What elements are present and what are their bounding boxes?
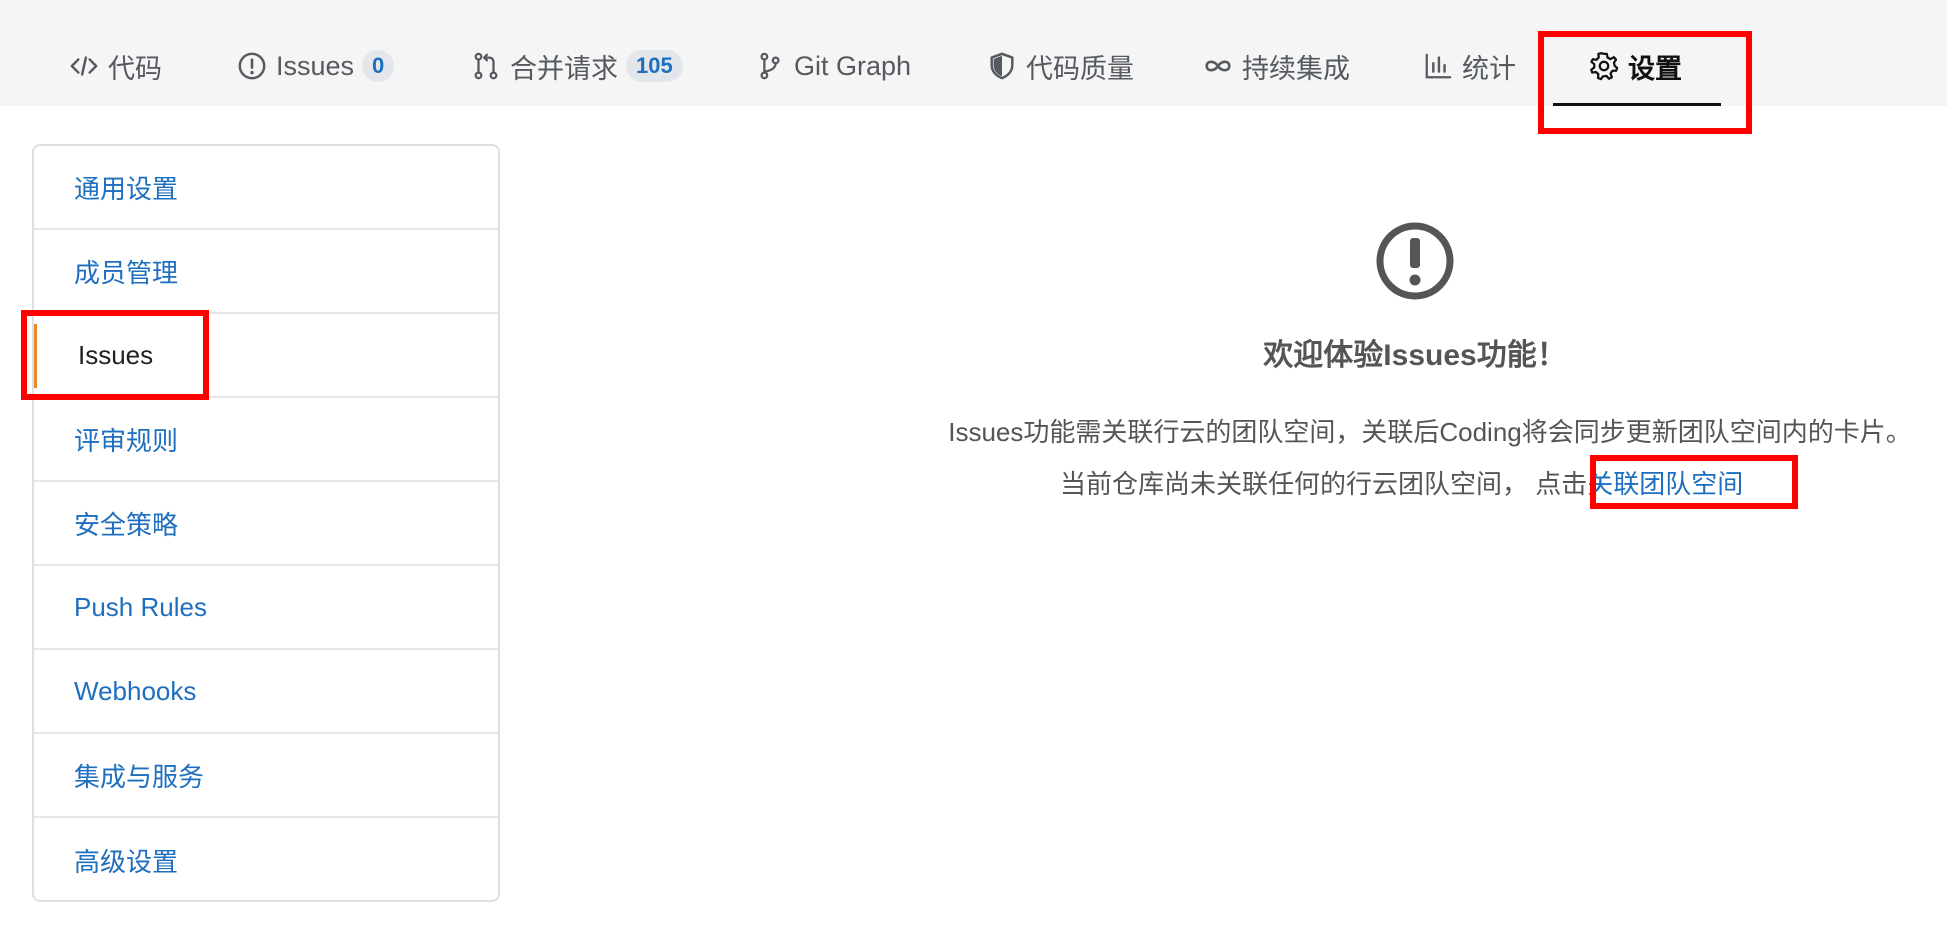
sidebar-item-webhooks[interactable]: Webhooks (34, 650, 498, 734)
tab-issues[interactable]: Issues 0 (236, 44, 395, 88)
git-branch-icon (754, 50, 786, 82)
infinity-icon (1202, 50, 1234, 82)
tab-code-label: 代码 (108, 53, 162, 84)
sidebar-item-general[interactable]: 通用设置 (34, 146, 498, 230)
link-notice-text: 当前仓库尚未关联任何的行云团队空间， 点击 (1060, 469, 1588, 499)
tab-settings[interactable]: 设置 (1588, 44, 1682, 88)
tab-stats[interactable]: 统计 (1422, 44, 1516, 88)
gear-icon (1588, 50, 1620, 82)
merge-request-icon (470, 50, 502, 82)
tab-issues-label: Issues (276, 50, 355, 81)
tab-merge-requests[interactable]: 合并请求 105 (470, 44, 683, 88)
tab-git-graph[interactable]: Git Graph (754, 44, 911, 88)
tab-merge-label: 合并请求 (510, 53, 618, 84)
issues-count-badge: 0 (362, 50, 395, 82)
link-team-space-link[interactable]: 关联团队空间 (1587, 469, 1743, 499)
tab-ci-label: 持续集成 (1242, 53, 1350, 84)
welcome-heading: 欢迎体验Issues功能！ (1263, 339, 1567, 372)
tab-ci[interactable]: 持续集成 (1202, 44, 1350, 88)
code-icon (68, 50, 100, 82)
active-tab-underline (1553, 103, 1721, 106)
link-notice: 当前仓库尚未关联任何的行云团队空间， 点击关联团队空间 (1060, 464, 1743, 501)
sidebar-item-security-policy[interactable]: 安全策略 (34, 482, 498, 566)
sidebar-item-members[interactable]: 成员管理 (34, 230, 498, 314)
exclamation-circle-icon (236, 50, 268, 82)
tab-settings-label: 设置 (1628, 53, 1682, 84)
bar-chart-icon (1422, 50, 1454, 82)
sidebar-item-integrations[interactable]: 集成与服务 (34, 734, 498, 818)
tab-git-graph-label: Git Graph (794, 50, 912, 81)
sidebar-item-advanced[interactable]: 高级设置 (34, 818, 498, 902)
exclamation-circle-icon (1376, 222, 1454, 300)
tab-code-quality-label: 代码质量 (1026, 53, 1134, 84)
shield-icon (986, 50, 1018, 82)
sidebar-item-review-rules[interactable]: 评审规则 (34, 398, 498, 482)
issues-description: Issues功能需关联行云的团队空间，关联后Coding将会同步更新团队空间内的… (948, 417, 1912, 447)
merge-count-badge: 105 (626, 50, 683, 82)
issues-empty-state: 欢迎体验Issues功能！ Issues功能需关联行云的团队空间，关联后Codi… (520, 140, 1947, 640)
tab-code-quality[interactable]: 代码质量 (986, 44, 1134, 88)
sidebar-item-issues[interactable]: Issues (34, 314, 498, 398)
settings-sidebar: 通用设置 成员管理 Issues 评审规则 安全策略 Push Rules We… (32, 144, 500, 902)
sidebar-item-push-rules[interactable]: Push Rules (34, 566, 498, 650)
tab-stats-label: 统计 (1462, 53, 1516, 84)
tab-code[interactable]: 代码 (68, 44, 162, 88)
top-tab-bar: 代码 Issues 0 合并请求 105 Git Graph 代码质量 持续集成 (0, 0, 1947, 106)
